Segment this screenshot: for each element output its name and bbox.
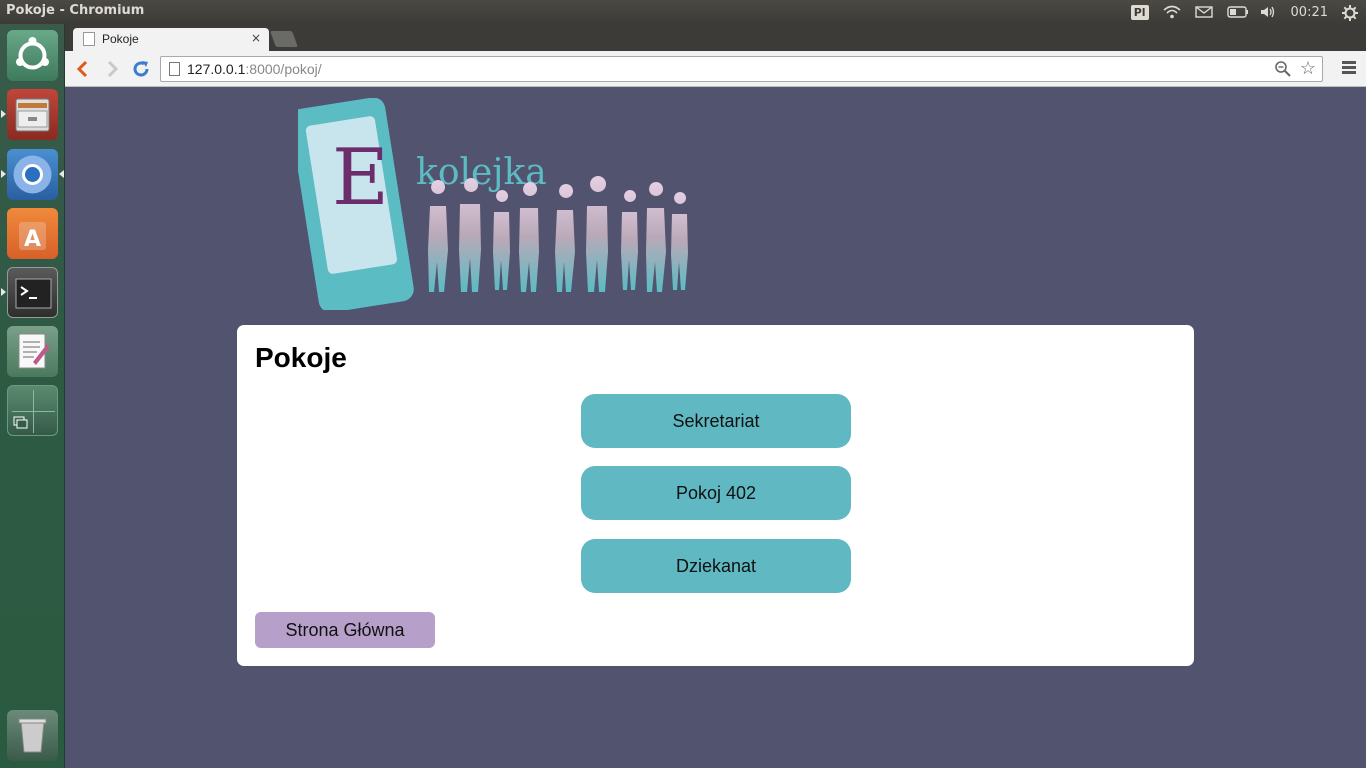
volume-icon[interactable] [1259,5,1277,19]
tab-close-icon[interactable]: × [251,31,261,45]
browser-menu-icon[interactable] [1342,61,1356,76]
window-title: Pokoje - Chromium [6,3,145,18]
forward-arrow-icon[interactable] [101,58,123,80]
back-arrow-icon[interactable] [72,58,94,80]
trash-icon[interactable] [7,710,58,761]
mail-icon[interactable] [1194,5,1213,19]
system-tray: Pl 00:21 [1130,2,1360,22]
new-tab-button[interactable] [270,31,298,47]
url-text: 127.0.0.1:8000/pokoj/ [187,61,322,77]
room-button-sekretariat[interactable]: Sekretariat [581,394,851,448]
reload-icon[interactable] [130,58,152,80]
unity-launcher: A [0,24,65,768]
text-editor-icon[interactable] [7,326,58,377]
page-title: Pokoje [255,342,347,373]
chromium-icon[interactable] [7,149,58,200]
svg-text:E: E [332,133,389,223]
software-center-icon[interactable]: A [7,208,58,259]
tab-pokoje[interactable]: Pokoje × [73,28,269,51]
home-page-button[interactable]: Strona Główna [255,612,435,648]
page-icon [169,62,180,76]
workspace-switcher-icon[interactable] [7,385,58,436]
zoom-icon[interactable] [1274,60,1292,81]
settings-gear-icon[interactable] [1342,5,1360,21]
terminal-icon[interactable] [7,267,58,318]
file-manager-icon[interactable] [7,89,58,140]
top-panel: Pokoje - Chromium Pl 00:21 [0,0,1366,24]
keyboard-layout-indicator[interactable]: Pl [1130,4,1149,20]
browser-toolbar: 127.0.0.1:8000/pokoj/ ☆ [65,51,1366,87]
page-favicon-icon [83,32,95,46]
tab-title: Pokoje [102,32,139,46]
ekolejka-logo: E kolejka [290,97,698,313]
clock[interactable]: 00:21 [1291,5,1328,20]
room-button-pokoj-402[interactable]: Pokoj 402 [581,466,851,520]
room-button-dziekanat[interactable]: Dziekanat [581,539,851,593]
address-bar[interactable]: 127.0.0.1:8000/pokoj/ ☆ [160,56,1323,82]
battery-icon[interactable] [1226,5,1248,19]
wifi-icon[interactable] [1163,5,1181,19]
svg-text:A: A [24,227,41,252]
ubuntu-dash-icon[interactable] [7,30,58,81]
rooms-card: Pokoje Sekretariat Pokoj 402 Dziekanat S… [237,325,1194,666]
bookmark-star-icon[interactable]: ☆ [1300,58,1316,79]
tab-strip: Pokoje × [65,24,1366,51]
